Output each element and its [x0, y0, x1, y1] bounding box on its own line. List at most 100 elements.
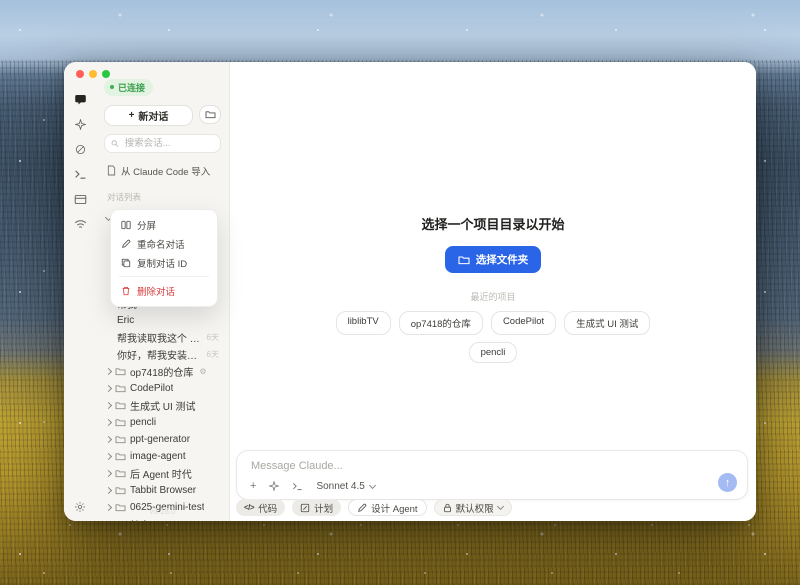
folder-label: op7418的仓库	[130, 364, 193, 379]
menu-label: 分屏	[137, 218, 156, 232]
chevron-right-icon	[105, 469, 112, 476]
mode-label: 设计 Agent	[371, 501, 417, 515]
terminal-icon[interactable]	[64, 162, 96, 187]
choose-folder-button[interactable]: 选择文件夹	[445, 246, 542, 273]
folder-icon	[115, 418, 126, 427]
app-version: v0.18.0	[96, 507, 229, 516]
claude-code-import[interactable]: 从 Claude Code 导入	[104, 164, 221, 178]
chevron-right-icon	[105, 418, 112, 425]
terminal-icon[interactable]	[292, 482, 303, 491]
app-window: 已连接 + 新对话 从 Claude Code 导入 对话列表 liblib	[64, 62, 756, 521]
folder-icon	[115, 486, 126, 495]
code-icon: </>	[244, 503, 254, 512]
spark-icon[interactable]	[269, 481, 279, 491]
menu-divider	[119, 276, 209, 277]
plus-icon: +	[129, 110, 135, 121]
send-button[interactable]: ↑	[718, 473, 737, 492]
choose-folder-label: 选择文件夹	[476, 252, 529, 267]
arrow-up-icon: ↑	[725, 477, 731, 489]
menu-item-copy-id[interactable]: 复制对话 ID	[111, 253, 217, 272]
chat-row[interactable]: Eric	[104, 312, 221, 329]
icon-rail	[64, 62, 96, 521]
recent-project-chip[interactable]: CodePilot	[491, 311, 556, 335]
mode-label: 计划	[314, 501, 333, 515]
lock-icon	[443, 503, 452, 513]
connection-label: 已连接	[118, 81, 145, 94]
folder-label: 健身	[130, 517, 150, 522]
chat-label: 帮我读取我这个 gith...	[117, 330, 203, 345]
composer-tools: + Sonnet 4.5	[250, 480, 375, 492]
minimize-button[interactable]	[89, 70, 97, 78]
recent-project-chip[interactable]: liblibTV	[336, 311, 391, 335]
search-box[interactable]	[104, 134, 221, 153]
menu-item-split[interactable]: 分屏	[111, 215, 217, 234]
pencil-icon	[121, 239, 131, 249]
attach-plus-icon[interactable]: +	[250, 480, 256, 492]
pen-icon	[357, 503, 367, 513]
new-chat-button[interactable]: + 新对话	[104, 105, 193, 126]
plan-icon	[300, 503, 310, 513]
slash-circle-icon[interactable]	[64, 137, 96, 162]
mode-code-chip[interactable]: </> 代码	[236, 499, 285, 516]
folder-label: 后 Agent 时代	[130, 466, 192, 481]
folder-label: pencli	[130, 417, 156, 428]
conversation-list-label: 对话列表	[104, 191, 221, 203]
recent-project-chip[interactable]: op7418的仓库	[399, 311, 483, 335]
mode-plan-chip[interactable]: 计划	[292, 499, 341, 516]
folder-icon	[115, 452, 126, 461]
chat-icon[interactable]	[64, 87, 96, 112]
default-permissions-chip[interactable]: 默认权限	[434, 499, 512, 516]
folder-row[interactable]: 后 Agent 时代	[104, 465, 221, 482]
document-icon	[107, 165, 116, 176]
chat-age: 6天	[207, 349, 219, 360]
recent-project-chip[interactable]: 生成式 UI 测试	[564, 311, 650, 335]
mode-design-agent-chip[interactable]: 设计 Agent	[348, 499, 426, 516]
zoom-button[interactable]	[102, 70, 110, 78]
search-input[interactable]	[123, 137, 214, 150]
trash-icon	[121, 286, 131, 296]
chat-age: 6天	[207, 332, 219, 343]
split-icon	[121, 220, 131, 230]
folder-icon	[115, 435, 126, 444]
folder-label: CodePilot	[130, 383, 173, 394]
page-title: 选择一个项目目录以开始	[230, 214, 756, 233]
new-chat-label: 新对话	[138, 108, 168, 123]
folder-row[interactable]: Tabbit Browser	[104, 482, 221, 499]
preview-window-icon[interactable]	[64, 187, 96, 212]
chat-row[interactable]: 你好，帮我安装一下... 6天	[104, 346, 221, 363]
menu-item-rename[interactable]: 重命名对话	[111, 234, 217, 253]
folder-icon	[115, 520, 126, 522]
import-label: 从 Claude Code 导入	[121, 164, 210, 178]
folder-label: 生成式 UI 测试	[130, 398, 196, 413]
folder-row[interactable]: op7418的仓库 ⚙	[104, 363, 221, 380]
search-icon	[111, 139, 119, 148]
recent-projects-label: 最近的项目	[230, 290, 756, 303]
recent-project-chip[interactable]: pencli	[469, 342, 518, 363]
mode-toolbar: </> 代码 计划 设计 Agent 默认权限	[236, 499, 512, 516]
open-folder-button[interactable]	[199, 105, 221, 124]
folder-icon	[115, 401, 126, 410]
folder-row[interactable]: image-agent	[104, 448, 221, 465]
folder-row[interactable]: CodePilot	[104, 380, 221, 397]
status-dot-icon	[110, 85, 114, 89]
folder-row[interactable]: 健身	[104, 516, 221, 522]
folder-row[interactable]: ppt-generator	[104, 431, 221, 448]
folder-row[interactable]: 生成式 UI 测试	[104, 397, 221, 414]
model-selector[interactable]: Sonnet 4.5	[316, 481, 374, 492]
main-panel: 选择一个项目目录以开始 选择文件夹 最近的项目 liblibTV op7418的…	[230, 62, 756, 521]
settings-gear-icon[interactable]	[64, 501, 96, 513]
folder-icon	[115, 469, 126, 478]
recent-projects: liblibTV op7418的仓库 CodePilot 生成式 UI 测试 p…	[318, 311, 668, 363]
wifi-icon[interactable]	[64, 212, 96, 237]
menu-item-delete[interactable]: 删除对话	[111, 281, 217, 300]
chat-row[interactable]: 帮我读取我这个 gith... 6天	[104, 329, 221, 346]
connection-status-badge: 已连接	[104, 79, 153, 96]
folder-row[interactable]: pencli	[104, 414, 221, 431]
chat-label: Eric	[117, 315, 134, 326]
folder-label: Tabbit Browser	[130, 485, 196, 496]
message-input[interactable]	[249, 459, 703, 473]
empty-state: 选择一个项目目录以开始 选择文件夹 最近的项目 liblibTV op7418的…	[230, 214, 756, 363]
spark-icon[interactable]	[64, 112, 96, 137]
chevron-right-icon	[105, 401, 112, 408]
close-button[interactable]	[76, 70, 84, 78]
